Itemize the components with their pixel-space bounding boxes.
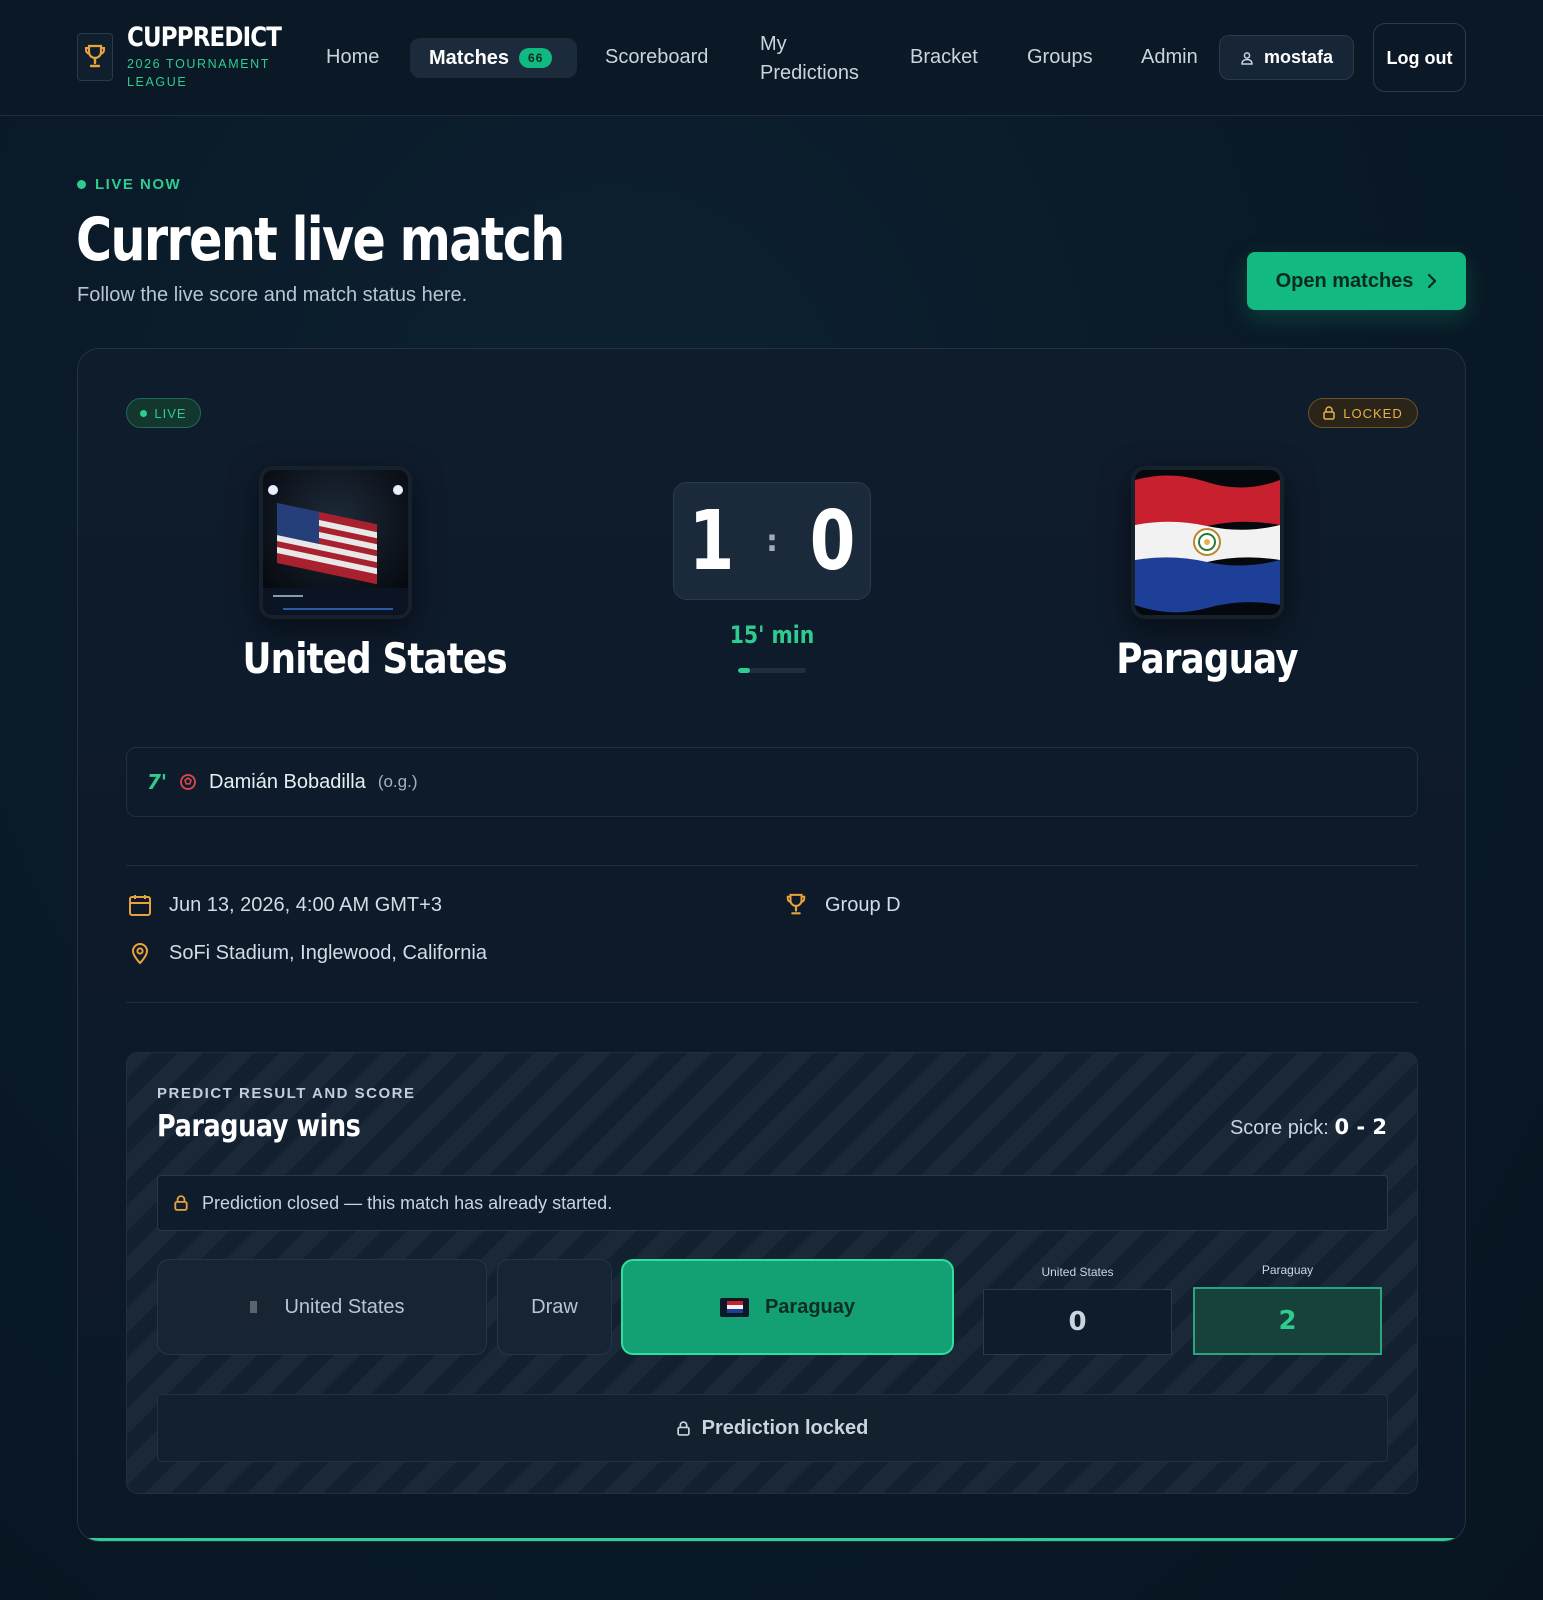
pick-draw-label: Draw [531, 1295, 578, 1318]
live-now-eyebrow: LIVE NOW [77, 176, 181, 193]
match-group: Group D [784, 893, 901, 917]
match-event-row: 7' Damián Bobadilla (o.g.) [126, 747, 1418, 817]
locked-status-label: LOCKED [1343, 405, 1403, 421]
lock-icon [174, 1195, 188, 1211]
home-score-input[interactable]: 0 [983, 1289, 1172, 1355]
match-venue: SoFi Stadium, Inglewood, California [128, 941, 487, 965]
paraguay-flag-image [1131, 466, 1284, 619]
score-pick-label: Score pick: [1229, 1117, 1329, 1139]
brand-name: CUPPREDICT [127, 22, 282, 53]
nav-scoreboard[interactable]: Scoreboard [605, 46, 708, 69]
match-progress-fill [738, 668, 750, 673]
pick-away-button[interactable]: Paraguay [621, 1259, 954, 1355]
username: mostafa [1263, 47, 1334, 67]
prediction-panel: PREDICT RESULT AND SCORE Paraguay wins S… [126, 1052, 1418, 1494]
score-separator: : [766, 523, 778, 559]
nav-admin[interactable]: Admin [1141, 46, 1198, 69]
chevron-right-icon [1428, 273, 1437, 289]
pick-away-label: Paraguay [764, 1295, 856, 1318]
nav-bracket[interactable]: Bracket [910, 46, 978, 69]
nav-home[interactable]: Home [326, 46, 379, 69]
event-note: (o.g.) [377, 772, 418, 791]
live-dot-icon [77, 180, 86, 189]
event-minute: 7' [147, 770, 168, 794]
paraguay-flag-icon [719, 1297, 749, 1317]
prediction-closed-text: Prediction closed — this match has alrea… [202, 1192, 613, 1213]
divider [126, 1002, 1418, 1003]
home-score: 1 [688, 493, 735, 589]
match-datetime-text: Jun 13, 2026, 4:00 AM GMT+3 [169, 893, 442, 916]
locked-status-badge: LOCKED [1308, 398, 1418, 428]
united-states-flag-icon [239, 1297, 269, 1317]
live-status-label: LIVE [154, 405, 187, 421]
prediction-locked-label: Prediction locked [701, 1416, 869, 1439]
location-pin-icon [131, 943, 149, 965]
pick-home-label: United States [284, 1295, 405, 1318]
open-matches-button[interactable]: Open matches [1247, 252, 1466, 310]
trophy-logo-icon[interactable] [77, 33, 113, 81]
prediction-label: PREDICT RESULT AND SCORE [157, 1085, 416, 1102]
match-progress-bar [738, 668, 806, 673]
page-title: Current live match [76, 205, 565, 275]
calendar-icon [129, 895, 151, 916]
user-icon [1241, 51, 1253, 65]
prediction-closed-notice: Prediction closed — this match has alrea… [157, 1175, 1388, 1231]
brand-subtitle: 2026 TOURNAMENT LEAGUE [127, 57, 270, 89]
pick-draw-button[interactable]: Draw [497, 1259, 612, 1355]
match-group-text: Group D [825, 893, 901, 916]
united-states-flag-image [259, 466, 412, 619]
divider [126, 865, 1418, 866]
away-score-input[interactable]: 2 [1193, 1287, 1382, 1355]
nav-my-predictions[interactable]: My Predictions [760, 30, 875, 88]
pick-home-button[interactable]: United States [157, 1259, 487, 1355]
away-team-name: Paraguay [1116, 634, 1298, 683]
live-scoreboard: 1 : 0 [673, 482, 871, 600]
nav-matches-label: Matches [429, 46, 510, 69]
match-datetime: Jun 13, 2026, 4:00 AM GMT+3 [128, 893, 442, 917]
score-pick-value: 0 - 2 [1334, 1115, 1387, 1139]
trophy-icon [786, 893, 806, 915]
brand[interactable]: CUPPREDICT 2026 TOURNAMENT LEAGUE [127, 22, 308, 91]
logout-button[interactable]: Log out [1373, 23, 1466, 92]
lock-icon [676, 1420, 690, 1436]
event-player: Damián Bobadilla [209, 770, 366, 793]
user-menu-button[interactable]: mostafa [1219, 35, 1354, 80]
live-status-badge: LIVE [126, 398, 201, 428]
match-minute: 15' min [729, 621, 815, 649]
live-now-label: LIVE NOW [95, 176, 182, 193]
live-match-card: LIVE LOCKED United States 1: 0 15' min … [77, 348, 1466, 1542]
away-score: 0 [809, 493, 856, 589]
home-team-name: United States [242, 634, 508, 683]
matches-count-badge: 66 [519, 48, 553, 68]
prediction-locked-button[interactable]: Prediction locked [157, 1394, 1388, 1462]
away-score-input-label: Paraguay [1261, 1263, 1314, 1277]
home-score-input-label: United States [1041, 1265, 1114, 1279]
nav-groups[interactable]: Groups [1027, 46, 1093, 69]
open-matches-label: Open matches [1275, 269, 1414, 292]
top-navbar: CUPPREDICT 2026 TOURNAMENT LEAGUE Home M… [0, 0, 1543, 116]
card-accent-line [78, 1538, 1465, 1541]
page-subtitle: Follow the live score and match status h… [77, 284, 468, 306]
lock-icon [1323, 406, 1336, 420]
soccer-ball-icon [180, 774, 196, 790]
live-dot-icon [140, 409, 148, 417]
prediction-title: Paraguay wins [157, 1109, 361, 1144]
nav-matches[interactable]: Matches 66 [410, 38, 577, 78]
match-venue-text: SoFi Stadium, Inglewood, California [169, 941, 487, 964]
score-pick: Score pick: 0 - 2 [1230, 1115, 1387, 1140]
